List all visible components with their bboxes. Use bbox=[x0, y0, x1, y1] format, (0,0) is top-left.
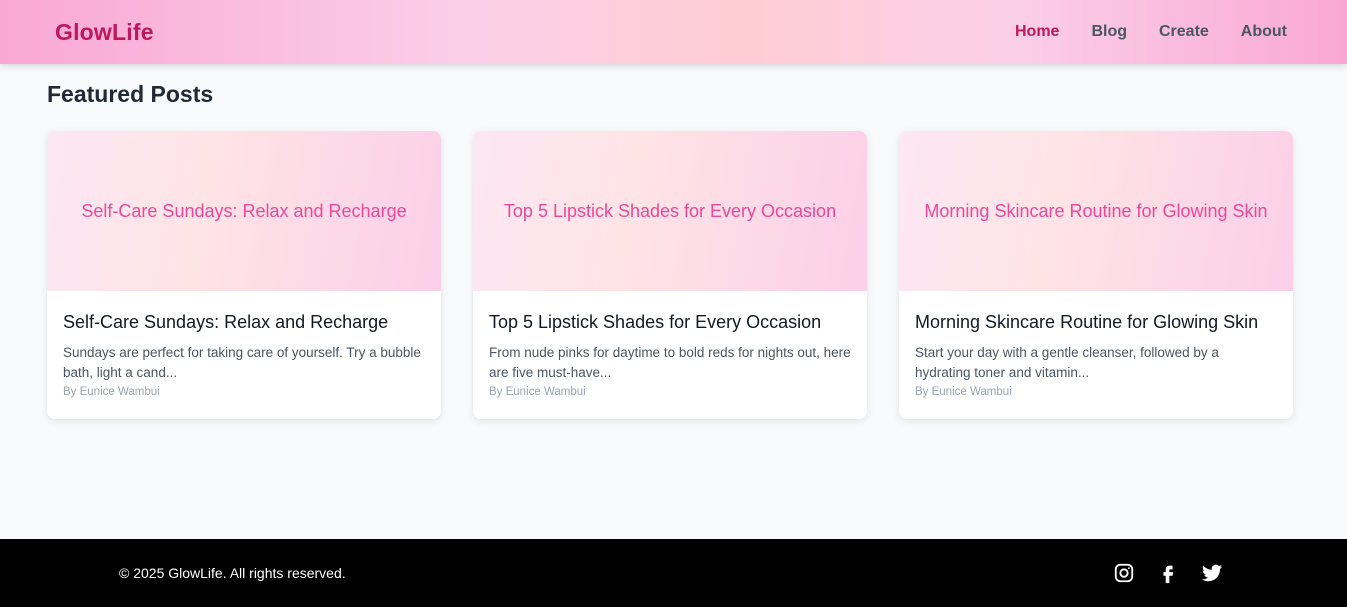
post-card-banner: Self-Care Sundays: Relax and Recharge bbox=[47, 131, 441, 291]
site-logo[interactable]: GlowLife bbox=[55, 19, 154, 46]
post-card-banner: Morning Skincare Routine for Glowing Ski… bbox=[899, 131, 1293, 291]
instagram-icon[interactable] bbox=[1113, 562, 1135, 584]
post-card-banner: Top 5 Lipstick Shades for Every Occasion bbox=[473, 131, 867, 291]
site-footer: © 2025 GlowLife. All rights reserved. bbox=[0, 539, 1347, 607]
post-card-title[interactable]: Top 5 Lipstick Shades for Every Occasion bbox=[489, 311, 851, 333]
page: GlowLife Home Blog Create About Featured… bbox=[0, 0, 1347, 607]
post-card-banner-text: Top 5 Lipstick Shades for Every Occasion bbox=[503, 200, 837, 221]
post-card-body: Top 5 Lipstick Shades for Every Occasion… bbox=[473, 291, 867, 398]
main-nav: Home Blog Create About bbox=[1015, 23, 1287, 41]
post-card-body: Morning Skincare Routine for Glowing Ski… bbox=[899, 291, 1293, 398]
nav-link-about[interactable]: About bbox=[1241, 23, 1287, 41]
main-content: Featured Posts Self-Care Sundays: Relax … bbox=[47, 64, 1295, 419]
post-card-body: Self-Care Sundays: Relax and Recharge Su… bbox=[47, 291, 441, 398]
post-card[interactable]: Self-Care Sundays: Relax and Recharge Se… bbox=[47, 131, 441, 419]
social-links bbox=[1113, 562, 1223, 584]
section-title: Featured Posts bbox=[47, 81, 214, 107]
post-card-excerpt: Sundays are perfect for taking care of y… bbox=[63, 345, 421, 380]
post-card-author: By Eunice Wambui bbox=[915, 386, 1012, 398]
post-card-banner-text: Morning Skincare Routine for Glowing Ski… bbox=[924, 200, 1268, 221]
post-card-banner-text: Self-Care Sundays: Relax and Recharge bbox=[81, 200, 407, 221]
nav-link-home[interactable]: Home bbox=[1015, 23, 1059, 41]
facebook-icon[interactable] bbox=[1157, 562, 1179, 584]
post-card[interactable]: Top 5 Lipstick Shades for Every Occasion… bbox=[473, 131, 867, 419]
post-card-author: By Eunice Wambui bbox=[489, 386, 586, 398]
post-card[interactable]: Morning Skincare Routine for Glowing Ski… bbox=[899, 131, 1293, 419]
nav-link-create[interactable]: Create bbox=[1159, 23, 1209, 41]
post-card-excerpt: Start your day with a gentle cleanser, f… bbox=[915, 345, 1219, 380]
post-card-list: Self-Care Sundays: Relax and Recharge Se… bbox=[47, 131, 1295, 419]
nav-link-blog[interactable]: Blog bbox=[1091, 23, 1127, 41]
post-card-title[interactable]: Self-Care Sundays: Relax and Recharge bbox=[63, 311, 425, 333]
site-header: GlowLife Home Blog Create About bbox=[0, 0, 1347, 64]
post-card-title[interactable]: Morning Skincare Routine for Glowing Ski… bbox=[915, 311, 1277, 333]
post-card-author: By Eunice Wambui bbox=[63, 386, 160, 398]
twitter-icon[interactable] bbox=[1201, 562, 1223, 584]
post-card-excerpt: From nude pinks for daytime to bold reds… bbox=[489, 345, 851, 380]
copyright-text: © 2025 GlowLife. All rights reserved. bbox=[119, 565, 346, 581]
